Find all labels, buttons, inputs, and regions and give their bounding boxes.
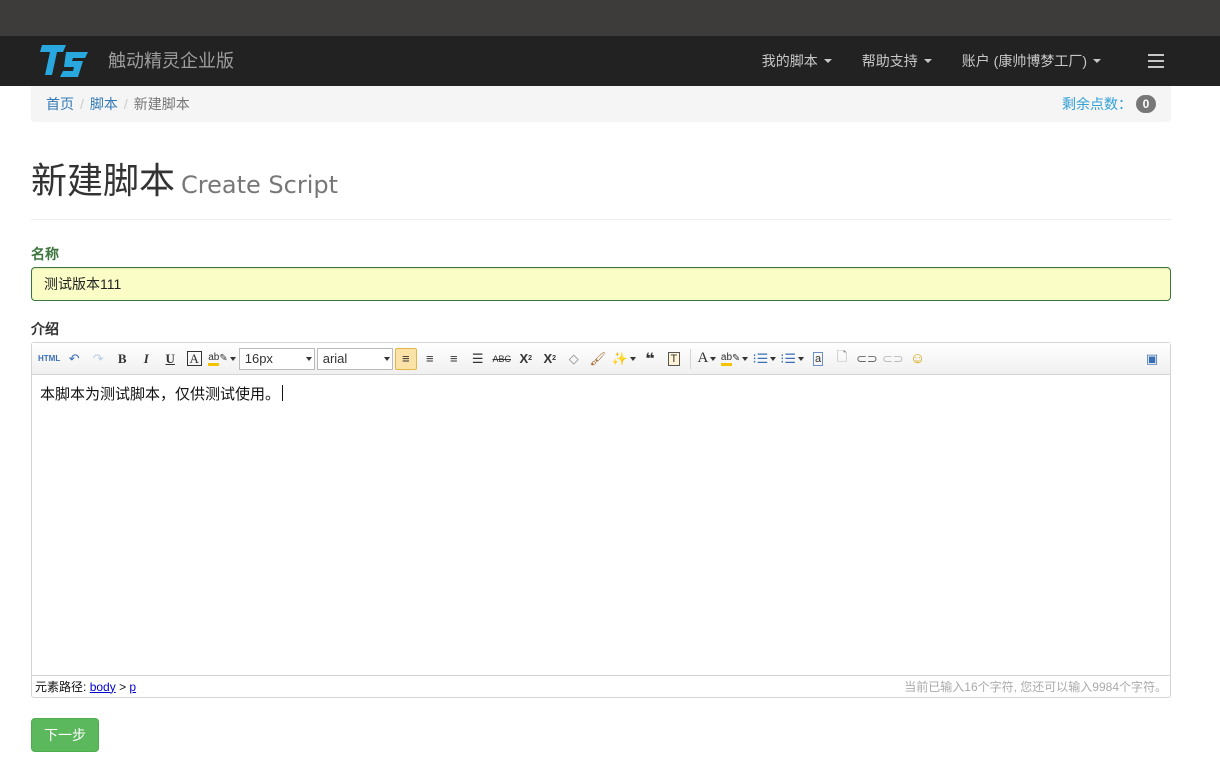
nav-right: 我的脚本 帮助支持 账户 (康帅博梦工厂) bbox=[747, 36, 1220, 86]
superscript-icon[interactable]: X2 bbox=[515, 348, 537, 370]
element-path-label: 元素路径: bbox=[35, 680, 87, 694]
link-icon[interactable]: ⊂⊃ bbox=[855, 348, 879, 370]
forecolor-icon[interactable]: A bbox=[696, 348, 718, 370]
nav-account[interactable]: 账户 (康帅博梦工厂) bbox=[947, 36, 1116, 86]
autotypeset-icon[interactable]: ✨ bbox=[611, 348, 637, 370]
fontfamily-value: arial bbox=[322, 351, 348, 366]
menu-hamburger-icon[interactable] bbox=[1136, 36, 1176, 86]
page-title-text: 新建脚本 bbox=[31, 161, 176, 202]
editor-content-text: 本脚本为测试脚本，仅供测试使用。 bbox=[40, 385, 281, 403]
html-source-icon[interactable]: HTML bbox=[37, 348, 61, 370]
editor-statusbar: 元素路径: body > p 当前已输入16个字符, 您还可以输入9984个字符… bbox=[32, 675, 1170, 697]
caret-down-icon bbox=[923, 59, 932, 63]
subscript-icon[interactable]: X2 bbox=[539, 348, 561, 370]
breadcrumb-separator: / bbox=[80, 96, 84, 112]
rich-text-editor: HTML ↶ ↷ B I U A ab ✎ 16px arial ≡ ≡ ≡ ☰ … bbox=[31, 342, 1171, 698]
page-subtitle: Create Script bbox=[181, 171, 338, 199]
chevron-down-icon bbox=[305, 356, 312, 361]
path-p-link[interactable]: p bbox=[129, 680, 136, 694]
page-title: 新建脚本 Create Script bbox=[31, 150, 1171, 217]
fontsize-value: 16px bbox=[244, 351, 273, 366]
anchor-icon[interactable]: a bbox=[807, 348, 829, 370]
fontsize-select[interactable]: 16px bbox=[238, 347, 315, 370]
redo-icon[interactable]: ↷ bbox=[87, 348, 109, 370]
page-header: 新建脚本 Create Script bbox=[31, 150, 1171, 220]
undo-icon[interactable]: ↶ bbox=[63, 348, 85, 370]
nav-my-scripts[interactable]: 我的脚本 bbox=[747, 36, 847, 86]
name-input[interactable] bbox=[31, 267, 1171, 301]
align-center-icon[interactable]: ≡ bbox=[443, 348, 465, 370]
next-step-button[interactable]: 下一步 bbox=[31, 718, 99, 752]
align-right-icon[interactable]: ≡ bbox=[419, 348, 441, 370]
toolbar-divider bbox=[689, 348, 691, 369]
emotion-icon[interactable]: ☺ bbox=[907, 348, 929, 370]
blockquote-icon[interactable]: ❝ bbox=[639, 348, 661, 370]
bold-icon[interactable]: B bbox=[111, 348, 133, 370]
breadcrumb-current: 新建脚本 bbox=[133, 96, 190, 112]
char-count: 当前已输入16个字符, 您还可以输入9984个字符。 bbox=[904, 680, 1167, 694]
nav-account-label: 账户 (康帅博梦工厂) bbox=[961, 53, 1087, 69]
nav-my-scripts-label: 我的脚本 bbox=[761, 53, 818, 69]
remaining-points[interactable]: 剩余点数： 0 bbox=[1062, 94, 1156, 114]
font-border-icon[interactable]: A bbox=[183, 348, 205, 370]
ordered-list-icon[interactable]: ⁝☰ bbox=[751, 348, 777, 370]
browser-top-strip bbox=[0, 0, 1220, 36]
breadcrumb-home-link[interactable]: 首页 bbox=[46, 94, 74, 114]
page-icon[interactable]: 🗋 bbox=[831, 348, 853, 370]
unlink-icon[interactable]: ⊂⊃ bbox=[881, 348, 905, 370]
points-badge: 0 bbox=[1136, 95, 1156, 113]
caret-down-icon bbox=[823, 59, 832, 63]
fullscreen-icon[interactable]: ▣ bbox=[1141, 348, 1163, 370]
backcolor-icon[interactable]: ab ✎ bbox=[207, 348, 237, 370]
caret-down-icon bbox=[1093, 59, 1101, 63]
text-cursor bbox=[282, 385, 284, 401]
format-brush-icon[interactable]: 🖌 bbox=[587, 348, 609, 370]
eraser-icon[interactable]: ◇ bbox=[563, 348, 585, 370]
italic-icon[interactable]: I bbox=[135, 348, 157, 370]
highlight-icon[interactable]: ab ✎ bbox=[720, 348, 750, 370]
editor-content-area[interactable]: 本脚本为测试脚本，仅供测试使用。 bbox=[32, 375, 1170, 675]
editor-toolbar: HTML ↶ ↷ B I U A ab ✎ 16px arial ≡ ≡ ≡ ☰ … bbox=[32, 343, 1170, 375]
name-label: 名称 bbox=[31, 246, 59, 262]
align-left-icon[interactable]: ≡ bbox=[394, 347, 417, 370]
chevron-down-icon bbox=[383, 356, 390, 361]
top-navbar: 触动精灵企业版 我的脚本 帮助支持 账户 (康帅博梦工厂) bbox=[0, 36, 1220, 86]
nav-help-support-label: 帮助支持 bbox=[861, 53, 918, 69]
ts-logo-icon[interactable] bbox=[40, 42, 92, 80]
path-body-link[interactable]: body bbox=[90, 680, 116, 694]
description-label: 介绍 bbox=[31, 321, 59, 337]
strikethrough-icon[interactable]: ABC bbox=[491, 348, 513, 370]
brand-title[interactable]: 触动精灵企业版 bbox=[108, 36, 234, 86]
paste-plain-icon[interactable]: T bbox=[663, 348, 685, 370]
unordered-list-icon[interactable]: ⁝☰ bbox=[779, 348, 805, 370]
path-separator: > bbox=[119, 679, 127, 694]
breadcrumb: 首页 / 脚本 / 新建脚本 剩余点数： 0 bbox=[31, 86, 1171, 122]
breadcrumb-scripts-link[interactable]: 脚本 bbox=[90, 94, 118, 114]
fontfamily-select[interactable]: arial bbox=[316, 347, 393, 370]
underline-icon[interactable]: U bbox=[159, 348, 181, 370]
remaining-points-label: 剩余点数： bbox=[1062, 96, 1132, 112]
breadcrumb-separator: / bbox=[123, 96, 128, 112]
nav-help-support[interactable]: 帮助支持 bbox=[847, 36, 947, 86]
align-justify-icon[interactable]: ☰ bbox=[467, 348, 489, 370]
